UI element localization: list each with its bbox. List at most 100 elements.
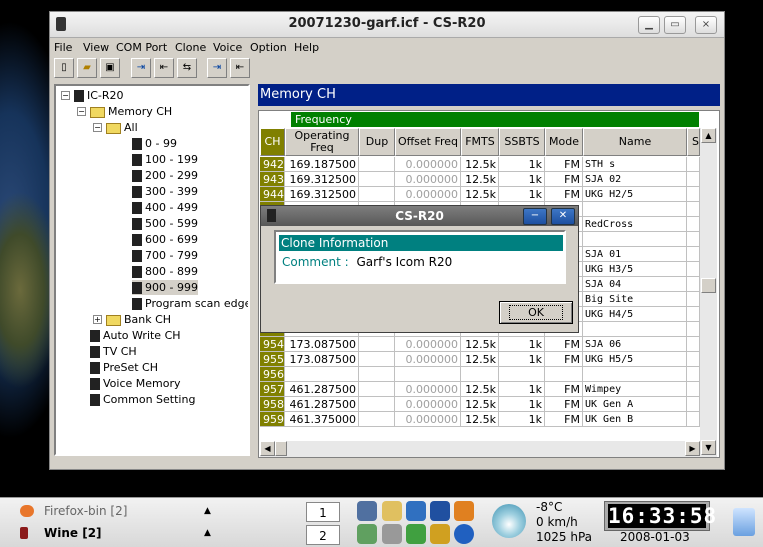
bluetooth-icon[interactable] — [430, 501, 450, 521]
column-header-freq[interactable]: Operating Freq — [285, 128, 359, 156]
table-row[interactable]: 956 — [260, 367, 700, 382]
cell-s[interactable] — [687, 382, 700, 397]
collapse-icon[interactable]: − — [77, 107, 86, 116]
scroll-left-icon[interactable]: ◀ — [260, 441, 275, 456]
cell-s[interactable] — [687, 337, 700, 352]
cell-ch[interactable]: 954 — [260, 337, 285, 352]
cell-freq[interactable]: 461.375000 — [285, 412, 359, 427]
column-header-mode[interactable]: Mode — [545, 128, 583, 156]
cell-mode[interactable]: FM — [545, 172, 583, 187]
scroll-right-icon[interactable]: ▶ — [685, 441, 700, 456]
cell-ssbts[interactable]: 1k — [499, 157, 545, 172]
cell-freq[interactable]: 169.312500 — [285, 172, 359, 187]
cell-name[interactable]: UKG H5/5 — [583, 352, 687, 367]
cell-name[interactable]: UKG H4/5 — [583, 307, 687, 322]
cell-fmts[interactable]: 12.5k — [461, 382, 499, 397]
scroll-down-icon[interactable]: ▼ — [701, 440, 716, 455]
menu-option[interactable]: Option — [250, 41, 287, 54]
cell-s[interactable] — [687, 367, 700, 382]
collapse-icon[interactable]: − — [61, 91, 70, 100]
cell-mode[interactable]: FM — [545, 382, 583, 397]
cell-ssbts[interactable]: 1k — [499, 397, 545, 412]
hscroll-thumb[interactable] — [275, 441, 287, 456]
cell-s[interactable] — [687, 247, 700, 262]
cell-freq[interactable]: 173.087500 — [285, 352, 359, 367]
cell-ch[interactable]: 957 — [260, 382, 285, 397]
cell-s[interactable] — [687, 187, 700, 202]
table-row[interactable]: 944 169.312500 0.000000 12.5k 1k FM UKG H2/5 — [260, 187, 700, 202]
cell-name[interactable] — [583, 232, 687, 247]
cell-s[interactable] — [687, 262, 700, 277]
cell-dup[interactable] — [359, 397, 395, 412]
column-header-ch[interactable]: CH — [260, 128, 285, 156]
weather-icon[interactable] — [492, 504, 526, 538]
tree-view[interactable]: − IC-R20 − Memory CH − All 0 - 99 100 - … — [54, 84, 250, 456]
cell-s[interactable] — [687, 292, 700, 307]
task-wine[interactable]: Wine [2] ▲ — [4, 522, 216, 544]
cell-fmts[interactable]: 12.5k — [461, 187, 499, 202]
cell-offset[interactable]: 0.000000 — [395, 412, 461, 427]
cell-ssbts[interactable]: 1k — [499, 352, 545, 367]
table-row[interactable]: 942 169.187500 0.000000 12.5k 1k FM STH s — [260, 157, 700, 172]
globe-icon[interactable] — [454, 524, 474, 544]
cell-mode[interactable] — [545, 367, 583, 382]
klipper-icon[interactable] — [382, 501, 402, 521]
cell-offset[interactable]: 0.000000 — [395, 352, 461, 367]
tree-item-range[interactable]: 0 - 99 — [132, 136, 177, 151]
save-file-button[interactable]: ▣ — [100, 58, 120, 78]
cell-fmts[interactable]: 12.5k — [461, 172, 499, 187]
task-menu-arrow-icon[interactable]: ▲ — [204, 522, 211, 544]
voice-write-button[interactable]: ⇤ — [230, 58, 250, 78]
open-file-button[interactable]: ▰ — [77, 58, 97, 78]
tree-item-memory-ch[interactable]: Memory CH — [90, 104, 172, 119]
update-icon[interactable] — [406, 501, 426, 521]
cell-ch[interactable]: 959 — [260, 412, 285, 427]
cell-dup[interactable] — [359, 352, 395, 367]
new-file-button[interactable]: ▯ — [54, 58, 74, 78]
column-header-s[interactable]: S — [687, 128, 700, 156]
volume-icon[interactable] — [357, 501, 377, 521]
cell-ch[interactable]: 956 — [260, 367, 285, 382]
menu-voice[interactable]: Voice — [213, 41, 242, 54]
scroll-thumb[interactable] — [701, 278, 716, 293]
column-header-ssbts[interactable]: SSBTS — [499, 128, 545, 156]
trash-icon[interactable] — [733, 508, 755, 536]
cell-s[interactable] — [687, 217, 700, 232]
cell-freq[interactable]: 461.287500 — [285, 397, 359, 412]
tree-item-preset-ch[interactable]: PreSet CH — [90, 360, 158, 375]
cell-s[interactable] — [687, 322, 700, 337]
cell-offset[interactable] — [395, 367, 461, 382]
column-header-name[interactable]: Name — [583, 128, 687, 156]
table-row[interactable]: 955 173.087500 0.000000 12.5k 1k FM UKG H5/5 — [260, 352, 700, 367]
notes-icon[interactable] — [454, 501, 474, 521]
clone-read-button[interactable]: ⇥ — [131, 58, 151, 78]
cell-s[interactable] — [687, 352, 700, 367]
cell-mode[interactable]: FM — [545, 397, 583, 412]
menu-view[interactable]: View — [83, 41, 109, 54]
cell-name[interactable] — [583, 322, 687, 337]
minimize-button[interactable]: ▁ — [638, 16, 660, 34]
horizontal-scrollbar[interactable]: ◀ ▶ — [260, 441, 700, 457]
cell-mode[interactable]: FM — [545, 187, 583, 202]
cell-freq[interactable]: 169.187500 — [285, 157, 359, 172]
cell-fmts[interactable]: 12.5k — [461, 337, 499, 352]
cell-mode[interactable]: FM — [545, 337, 583, 352]
menu-file[interactable]: File — [54, 41, 72, 54]
collapse-icon[interactable]: − — [93, 123, 102, 132]
cell-mode[interactable]: FM — [545, 412, 583, 427]
cell-freq[interactable]: 173.087500 — [285, 337, 359, 352]
cell-dup[interactable] — [359, 337, 395, 352]
cell-offset[interactable]: 0.000000 — [395, 337, 461, 352]
cell-ch[interactable]: 958 — [260, 397, 285, 412]
cell-s[interactable] — [687, 307, 700, 322]
network-icon[interactable] — [357, 524, 377, 544]
close-button[interactable]: × — [695, 16, 717, 34]
cell-ch[interactable]: 955 — [260, 352, 285, 367]
cell-name[interactable]: SJA 01 — [583, 247, 687, 262]
tree-item-range[interactable]: 600 - 699 — [132, 232, 198, 247]
table-row[interactable]: 954 173.087500 0.000000 12.5k 1k FM SJA 06 — [260, 337, 700, 352]
task-menu-arrow-icon[interactable]: ▲ — [204, 500, 211, 522]
tree-item-range[interactable]: 200 - 299 — [132, 168, 198, 183]
tree-item-all[interactable]: All — [106, 120, 138, 135]
cell-fmts[interactable] — [461, 367, 499, 382]
